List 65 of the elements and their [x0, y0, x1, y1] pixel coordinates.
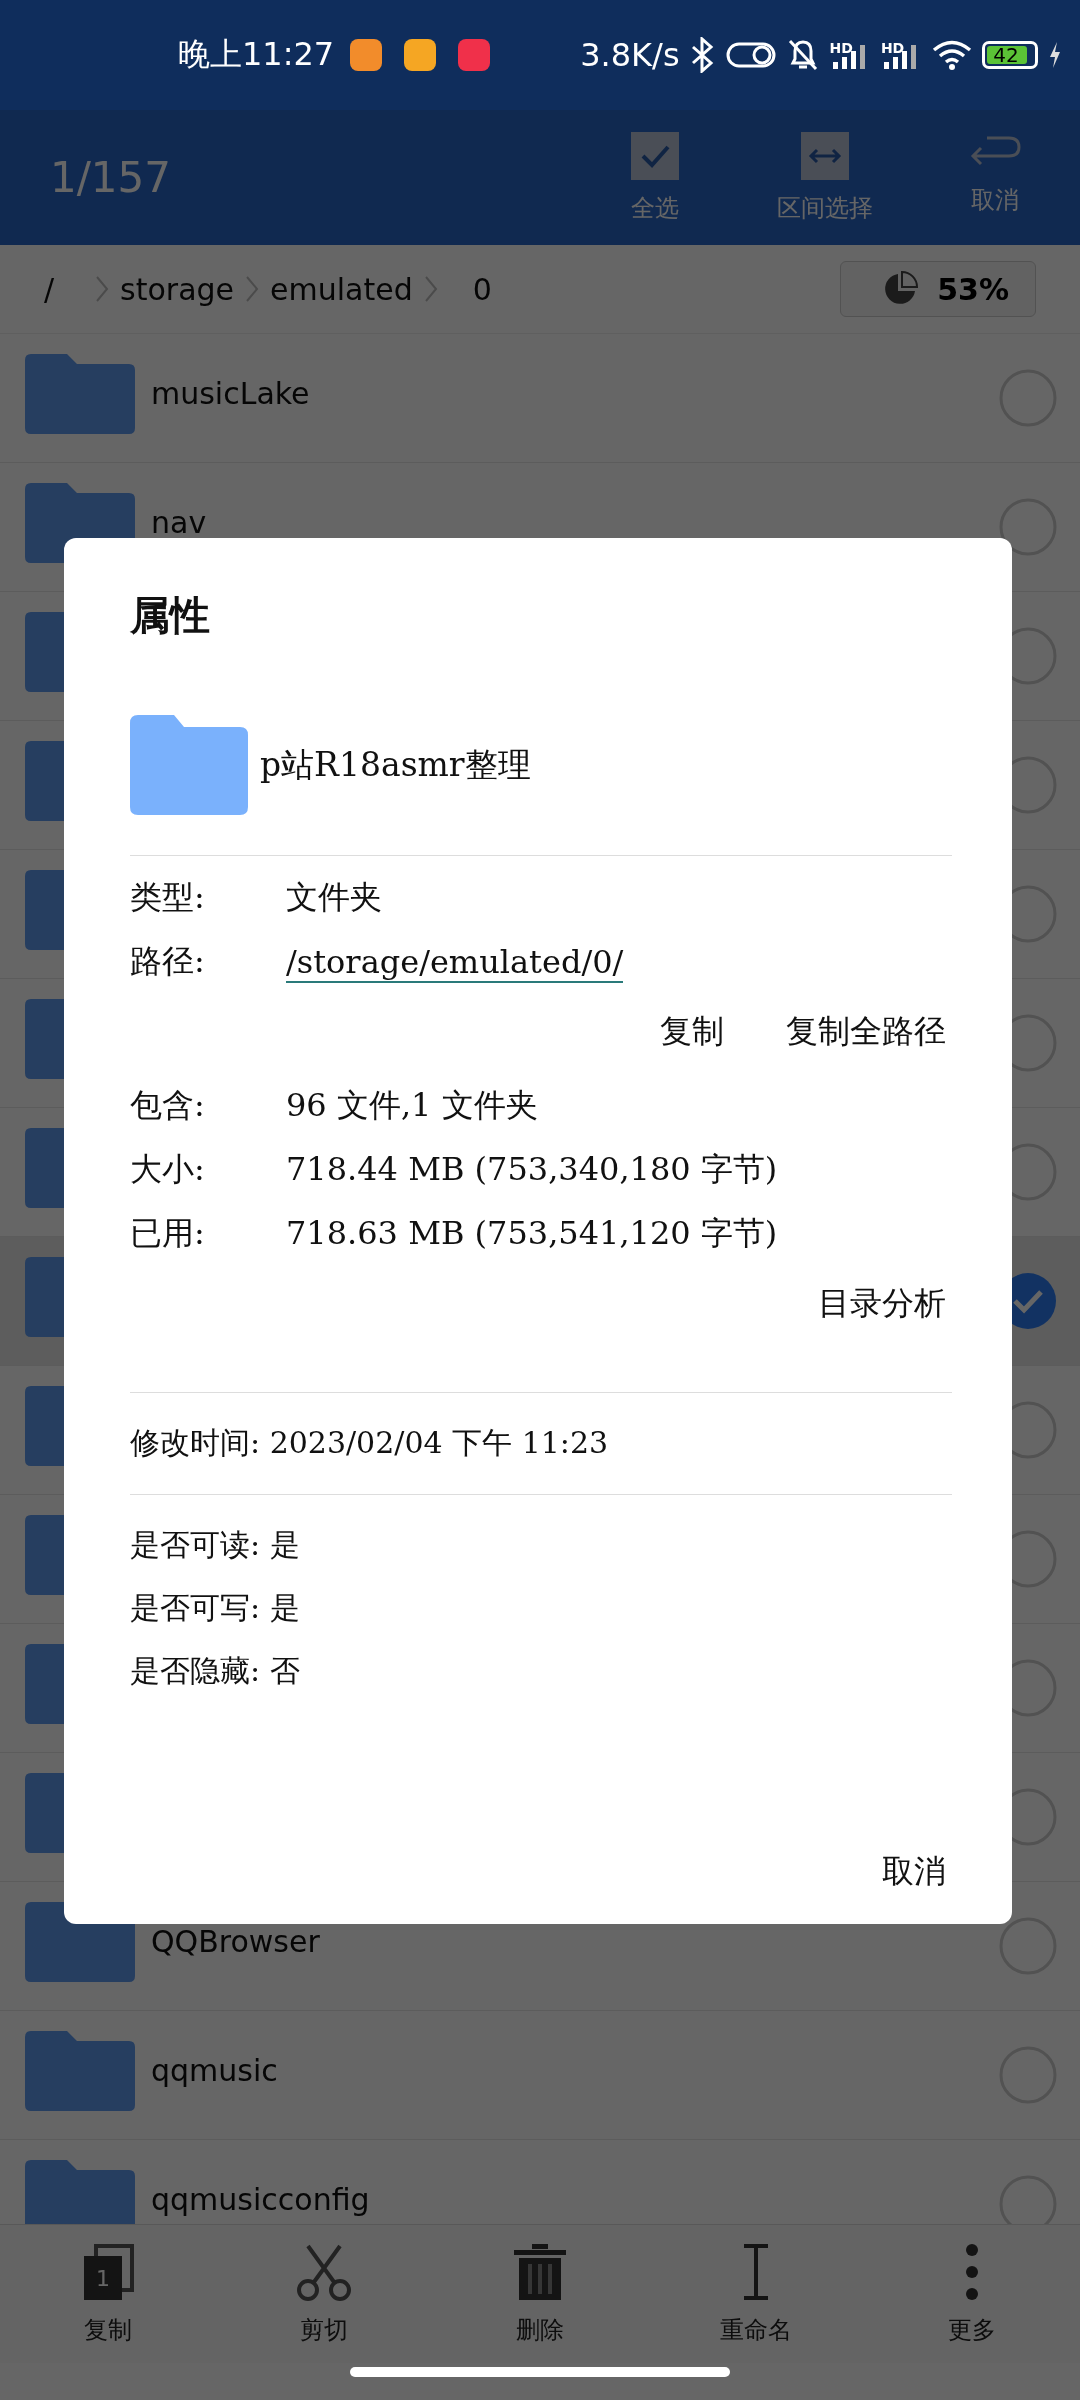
- folder-icon: [130, 715, 248, 815]
- app-notification-icon: [404, 39, 437, 71]
- file-name: qqmusicconfig: [151, 2185, 370, 2215]
- hd-label: HD: [829, 40, 853, 56]
- chevron-icon: [94, 274, 111, 304]
- toggle-icon: [725, 40, 776, 70]
- property-label: 类型:: [130, 877, 205, 918]
- copy-button[interactable]: 复制: [654, 1006, 730, 1058]
- unchecked-circle-icon: [998, 497, 1058, 557]
- bottom-action[interactable]: 重命名: [696, 2242, 816, 2346]
- unchecked-circle-icon: [998, 1916, 1058, 1976]
- toolbar-action[interactable]: 取消: [930, 131, 1060, 224]
- selection-counter: 1/157: [50, 153, 172, 202]
- permission-text: 是否可写: 是: [130, 1589, 300, 1627]
- folder-icon: [25, 2031, 135, 2111]
- file-name: QQBrowser: [151, 1927, 320, 1957]
- file-name: musicLake: [151, 379, 310, 409]
- path-link[interactable]: /storage/emulated/0/: [286, 943, 624, 983]
- dialog-title: 属性: [130, 590, 210, 640]
- permission-text: 是否隐藏: 否: [130, 1652, 300, 1690]
- property-value: 718.44 MB (753,340,180 字节): [286, 1149, 778, 1190]
- breadcrumb-item[interactable]: storage: [116, 271, 239, 307]
- checkbox-icon: [631, 131, 679, 180]
- breadcrumb-item[interactable]: emulated: [266, 271, 417, 307]
- battery-icon: 42: [982, 41, 1039, 69]
- file-row[interactable]: musicLake: [0, 334, 1080, 463]
- app-notification-icon: [350, 39, 383, 71]
- permission-text: 是否可读: 是: [130, 1526, 300, 1564]
- property-value: 718.63 MB (753,541,120 字节): [286, 1213, 778, 1254]
- property-label: 路径:: [130, 941, 205, 982]
- network-speed: 3.8K/s: [580, 36, 680, 74]
- copy-button[interactable]: 复制全路径: [780, 1006, 952, 1058]
- file-name: nav: [151, 508, 207, 538]
- hd-label: HD: [880, 40, 905, 56]
- bottom-action[interactable]: 删除: [480, 2242, 600, 2346]
- folder-icon: [25, 2160, 135, 2224]
- folder-name: p站R18asmr整理: [260, 743, 531, 786]
- property-value: 96 文件,1 文件夹: [286, 1085, 538, 1126]
- more-icon: [966, 2242, 978, 2302]
- bottom-action[interactable]: 1 复制: [48, 2242, 168, 2346]
- storage-percent: 53%: [937, 271, 1009, 307]
- property-label: 包含:: [130, 1085, 205, 1126]
- charging-icon: [1048, 41, 1063, 69]
- breadcrumb-item[interactable]: 0: [468, 271, 496, 307]
- toolbar-action[interactable]: 区间选择: [760, 131, 890, 224]
- storage-usage-badge[interactable]: 53%: [840, 261, 1036, 317]
- directory-analysis-button[interactable]: 目录分析: [812, 1278, 952, 1330]
- status-time: 晚上11:27: [178, 34, 335, 75]
- scissors-icon: [294, 2242, 354, 2302]
- file-row[interactable]: qqmusic: [0, 2011, 1080, 2140]
- bottom-action[interactable]: 更多: [912, 2242, 1032, 2346]
- wifi-icon: [932, 39, 973, 71]
- breadcrumb-item[interactable]: /: [40, 271, 59, 307]
- folder-icon: [25, 354, 135, 434]
- chevron-icon: [422, 274, 439, 304]
- property-label: 大小:: [130, 1149, 205, 1190]
- app-notification-icon: [458, 39, 491, 71]
- bluetooth-icon: [689, 37, 716, 73]
- modified-time: 修改时间: 2023/02/04 下午 11:23: [130, 1424, 609, 1462]
- property-value: 文件夹: [286, 877, 382, 918]
- bottom-action[interactable]: 剪切: [264, 2242, 384, 2346]
- toolbar-action[interactable]: 全选: [590, 131, 720, 224]
- property-label: 已用:: [130, 1213, 205, 1254]
- chevron-icon: [244, 274, 261, 304]
- file-name: qqmusic: [151, 2056, 278, 2086]
